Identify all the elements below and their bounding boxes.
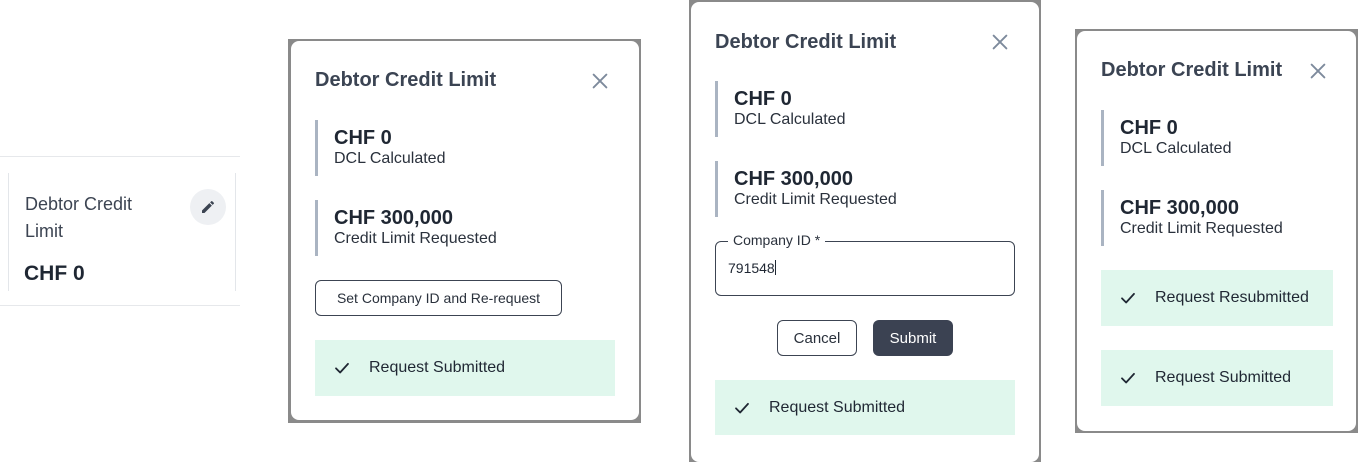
stat-value: CHF 300,000	[1120, 197, 1239, 219]
dialog-title: Debtor Credit Limit	[715, 31, 897, 53]
stat-value: CHF 300,000	[734, 168, 853, 190]
company-id-field[interactable]: Company ID * 791548	[715, 232, 1015, 296]
check-icon	[1121, 292, 1135, 304]
credit-limit-dialog-form: Debtor Credit Limit CHF 0 DCL Calculated…	[691, 2, 1039, 462]
dialog-title: Debtor Credit Limit	[1101, 59, 1283, 81]
text-caret	[774, 260, 776, 275]
credit-limit-dialog-resubmitted: Debtor Credit Limit CHF 0 DCL Calculated…	[1077, 31, 1356, 431]
company-id-input[interactable]: 791548	[728, 260, 988, 276]
close-icon[interactable]	[1307, 60, 1329, 82]
stat-label: DCL Calculated	[1120, 140, 1232, 157]
stat-label: Credit Limit Requested	[1120, 220, 1283, 237]
cancel-button[interactable]: Cancel	[777, 320, 857, 356]
check-icon	[735, 402, 749, 413]
success-text: Request Submitted	[1155, 369, 1292, 386]
set-company-id-button[interactable]: Set Company ID and Re-request	[315, 280, 562, 316]
stat-label: DCL Calculated	[734, 111, 846, 128]
stat-label: DCL Calculated	[334, 150, 446, 167]
stat-value: CHF 0	[734, 88, 792, 110]
credit-limit-dialog: Debtor Credit Limit CHF 0 DCL Calculated…	[291, 41, 639, 420]
company-id-label: Company ID *	[728, 232, 826, 248]
pencil-icon	[202, 200, 215, 213]
check-icon	[335, 362, 349, 374]
stat-credit-limit-requested: CHF 300,000 Credit Limit Requested	[715, 161, 897, 217]
success-text: Request Submitted	[369, 359, 506, 376]
success-banner: Request Submitted	[1101, 350, 1333, 406]
close-icon[interactable]	[989, 31, 1011, 53]
success-banner: Request Submitted	[715, 380, 1015, 435]
submit-button[interactable]: Submit	[873, 320, 953, 356]
stat-dcl-calculated: CHF 0 DCL Calculated	[1101, 110, 1231, 166]
card-title: Debtor Credit Limit	[25, 194, 133, 241]
success-banner: Request Submitted	[315, 340, 615, 396]
success-text: Request Resubmitted	[1155, 289, 1309, 306]
stat-value: CHF 300,000	[334, 207, 453, 229]
stat-label: Credit Limit Requested	[334, 230, 497, 247]
company-id-value: 791548	[728, 260, 775, 276]
success-banner: Request Resubmitted	[1101, 270, 1333, 326]
stat-dcl-calculated: CHF 0 DCL Calculated	[315, 120, 445, 176]
dialog-title: Debtor Credit Limit	[315, 69, 497, 91]
stat-value: CHF 0	[334, 127, 392, 149]
stat-value: CHF 0	[1120, 117, 1178, 139]
close-icon[interactable]	[589, 70, 611, 92]
stat-label: Credit Limit Requested	[734, 191, 897, 208]
edit-button[interactable]	[190, 189, 226, 225]
card-value: CHF 0	[24, 262, 85, 285]
stat-credit-limit-requested: CHF 300,000 Credit Limit Requested	[1101, 190, 1283, 246]
check-icon	[1121, 372, 1135, 384]
stat-dcl-calculated: CHF 0 DCL Calculated	[715, 81, 845, 137]
success-text: Request Submitted	[769, 398, 906, 416]
stat-credit-limit-requested: CHF 300,000 Credit Limit Requested	[315, 200, 497, 256]
